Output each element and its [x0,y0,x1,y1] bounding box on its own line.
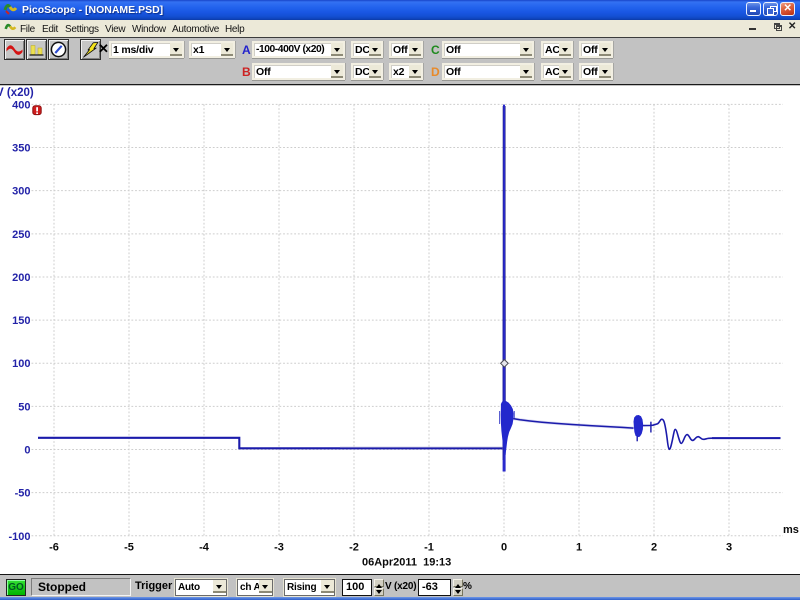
svg-text:-5: -5 [124,542,134,554]
svg-text:350: 350 [12,143,30,155]
svg-text:150: 150 [12,315,30,327]
svg-text:V (x20): V (x20) [0,87,34,99]
svg-text:250: 250 [12,229,30,241]
svg-text:400: 400 [12,99,30,111]
svg-text:2: 2 [651,542,657,554]
svg-text:3: 3 [726,542,732,554]
svg-text:-2: -2 [349,542,359,554]
svg-text:-100: -100 [8,531,30,543]
svg-text:-3: -3 [274,542,284,554]
svg-text:-4: -4 [199,542,210,554]
svg-text:ms: ms [783,524,799,536]
svg-text:-1: -1 [424,542,434,554]
svg-text:50: 50 [18,401,30,413]
svg-text:300: 300 [12,186,30,198]
svg-text:-6: -6 [49,542,59,554]
svg-text:06Apr2011 19:13: 06Apr2011 19:13 [362,557,451,569]
svg-text:1: 1 [576,542,582,554]
svg-text:0: 0 [501,542,507,554]
svg-text:200: 200 [12,272,30,284]
svg-text:-50: -50 [15,488,31,500]
svg-text:0: 0 [24,445,30,457]
svg-text:100: 100 [12,358,30,370]
